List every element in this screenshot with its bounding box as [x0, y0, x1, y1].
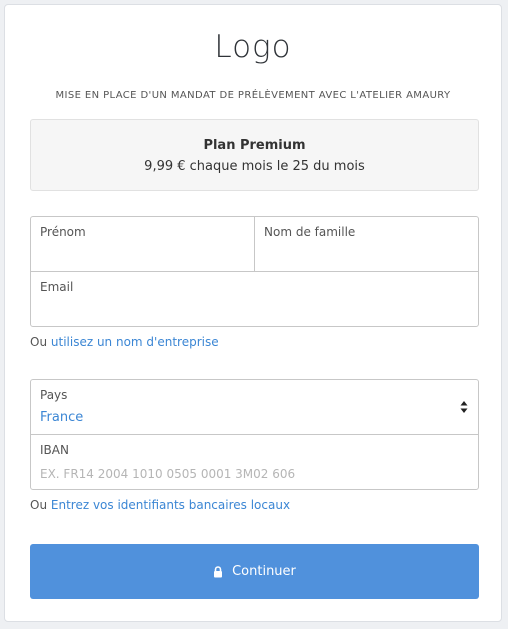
country-label: Pays — [40, 388, 68, 402]
company-name-link[interactable]: utilisez un nom d'entreprise — [51, 335, 219, 349]
email-label: Email — [40, 280, 74, 294]
lock-icon — [214, 565, 223, 577]
page-subtitle: MISE EN PLACE D'UN MANDAT DE PRÉLÈVEMENT… — [55, 90, 451, 101]
iban-placeholder: EX. FR14 2004 1010 0505 0001 3M02 606 — [40, 467, 296, 481]
last-name-field[interactable]: Nom de famille — [254, 216, 479, 272]
logo: Logo — [214, 29, 292, 65]
select-arrows-icon — [460, 401, 468, 413]
country-select[interactable]: Pays France — [30, 379, 479, 435]
company-note: Ou utilisez un nom d'entreprise — [30, 335, 219, 349]
iban-field[interactable]: IBAN EX. FR14 2004 1010 0505 0001 3M02 6… — [30, 434, 479, 490]
local-bank-details-link[interactable]: Entrez vos identifiants bancaires locaux — [51, 498, 290, 512]
mandate-card: Logo MISE EN PLACE D'UN MANDAT DE PRÉLÈV… — [4, 4, 502, 622]
bank-note: Ou Entrez vos identifiants bancaires loc… — [30, 498, 290, 512]
first-name-label: Prénom — [40, 225, 86, 239]
continue-label: Continuer — [232, 564, 296, 579]
company-prefix: Ou — [30, 335, 48, 349]
country-value: France — [40, 410, 84, 425]
plan-name: Plan Premium — [203, 138, 306, 153]
first-name-field[interactable]: Prénom — [30, 216, 255, 272]
email-field[interactable]: Email — [30, 271, 479, 327]
last-name-label: Nom de famille — [264, 225, 356, 239]
plan-price: 9,99 € chaque mois le 25 du mois — [144, 159, 365, 174]
plan-summary: Plan Premium 9,99 € chaque mois le 25 du… — [30, 119, 479, 191]
bank-prefix: Ou — [30, 498, 48, 512]
continue-button[interactable]: Continuer — [30, 544, 479, 599]
iban-label: IBAN — [40, 443, 69, 457]
